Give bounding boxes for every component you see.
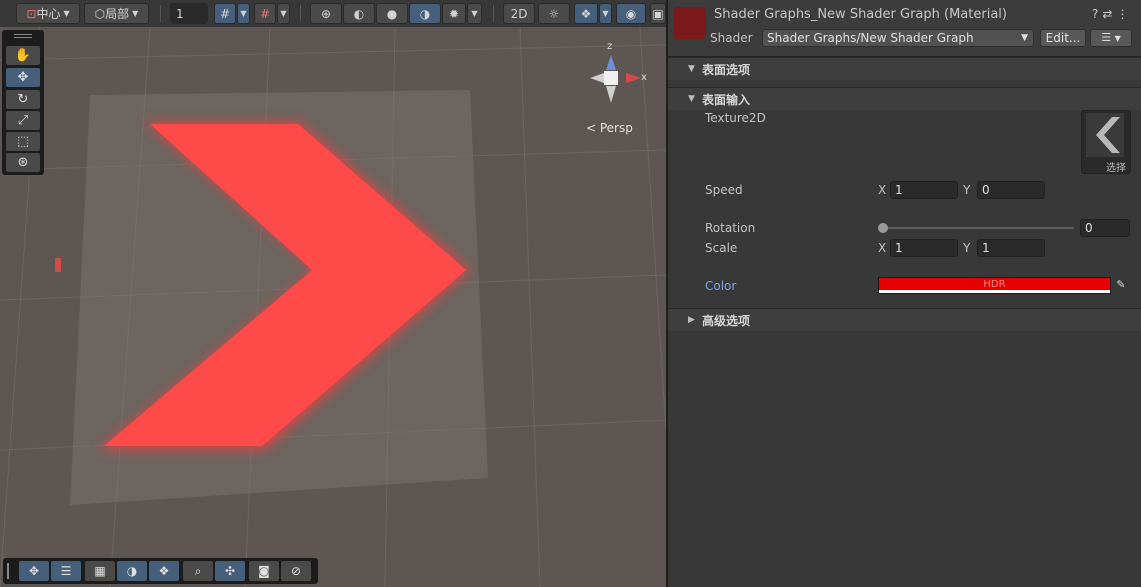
effects-toggle-icon[interactable]: ❖	[574, 3, 598, 24]
toolbar-divider	[160, 5, 161, 22]
speed-x-axis: X	[878, 183, 887, 197]
lighting-toggle-icon[interactable]: ☼	[538, 3, 570, 24]
gizmo-z-label: z	[607, 41, 613, 52]
texture-select-button[interactable]: 选择	[1106, 159, 1126, 174]
speed-y-axis: Y	[963, 183, 971, 197]
chevron-down-icon: ▼	[280, 9, 287, 18]
collapse-arrow-icon: ▼	[688, 94, 695, 104]
move-tool-icon[interactable]: ✥	[6, 68, 40, 87]
effects-dropdown[interactable]: ▼	[599, 3, 612, 24]
lit-draw-icon[interactable]: ◑	[409, 3, 441, 24]
scale-y-axis: Y	[963, 241, 971, 255]
navigation-icon[interactable]: ✣	[215, 561, 245, 581]
expand-arrow-icon: ▶	[688, 315, 695, 325]
scale-label: Scale	[705, 241, 738, 255]
material-icon	[674, 7, 706, 39]
shader-dropdown[interactable]: Shader Graphs/New Shader Graph ▼	[762, 29, 1034, 47]
compass-icon[interactable]: ⊘	[281, 561, 311, 581]
scene-visibility-icon[interactable]: ◉	[616, 3, 646, 24]
drag-handle-line	[14, 37, 32, 38]
color-label: Color	[705, 279, 737, 293]
move-overlay-icon[interactable]: ✥	[19, 561, 49, 581]
edit-shader-button[interactable]: Edit...	[1040, 29, 1086, 47]
toolbar-divider	[300, 5, 301, 22]
hdr-color-field[interactable]: HDR	[878, 277, 1111, 294]
chevron-down-icon: ▼	[240, 9, 247, 18]
hdr-badge: HDR	[983, 279, 1006, 290]
shader-menu-button[interactable]: ☰ ▼	[1090, 29, 1132, 47]
scale-tool-icon[interactable]: ⤢	[6, 111, 40, 130]
inspector-panel: Shader Graphs_New Shader Graph (Material…	[668, 0, 1141, 587]
rotation-label: Rotation	[705, 221, 756, 235]
sliders-icon[interactable]: ☰	[51, 561, 81, 581]
rotation-slider[interactable]	[882, 227, 1074, 229]
rotate-tool-icon[interactable]: ↻	[6, 90, 40, 109]
shaded-draw-icon[interactable]: ●	[376, 3, 408, 24]
scale-y-field[interactable]: 1	[977, 239, 1045, 257]
section-surface-inputs[interactable]: ▼ 表面输入	[668, 87, 1141, 110]
scene-view[interactable]: < Persp z x ⊡ 中心 ▼ ⬡ 局部 ▼ 1 # ▼ # ▼ ⊕ ◐ ● ◑ …	[0, 0, 666, 587]
pivot-space-dropdown[interactable]: ⬡ 局部 ▼	[84, 3, 149, 24]
projection-label[interactable]: < Persp	[586, 121, 633, 135]
speed-y-field[interactable]: 0	[977, 181, 1045, 199]
list-icon: ☰	[1101, 31, 1112, 44]
rect-tool-icon[interactable]: ⬚	[6, 132, 40, 151]
speed-x-field[interactable]: 1	[890, 181, 958, 199]
snap-increment-field[interactable]: 1	[170, 3, 208, 24]
camera-icon[interactable]: ◙	[249, 561, 279, 581]
help-icon[interactable]: ?	[1092, 7, 1102, 21]
chevron-down-icon: ▼	[471, 9, 478, 18]
camera-settings-icon[interactable]: ▣	[650, 3, 666, 24]
cube-icon: ⬡	[94, 6, 106, 21]
shaded-wireframe-icon[interactable]: ◐	[343, 3, 375, 24]
scale-x-field[interactable]: 1	[890, 239, 958, 257]
bottom-overlay-toolbar: ✥ ☰ ▦ ◑ ❖ ⌕ ✣ ◙ ⊘	[3, 558, 318, 584]
pivot-mode-dropdown[interactable]: ⊡ 中心 ▼	[16, 3, 80, 24]
chevron-down-icon: ▼	[63, 9, 70, 18]
hand-tool-icon[interactable]: ✋	[6, 46, 40, 65]
drag-handle[interactable]	[14, 34, 32, 35]
header-icons: ?⇄⋮	[1092, 7, 1132, 21]
increment-snap-icon[interactable]: #	[254, 3, 276, 24]
debug-draw-icon[interactable]: ✹	[442, 3, 466, 24]
tools-overlay: ✋ ✥ ↻ ⤢ ⬚ ⊛	[2, 30, 44, 175]
shading-overlay-icon[interactable]: ◑	[117, 561, 147, 581]
search-icon[interactable]: ⌕	[183, 561, 213, 581]
grid-snap-dropdown[interactable]: ▼	[237, 3, 250, 24]
wireframe-draw-icon[interactable]: ⊕	[310, 3, 342, 24]
eyedropper-icon[interactable]: ✎	[1113, 278, 1129, 294]
layers-icon[interactable]: ❖	[149, 561, 179, 581]
scene-toolbar: ⊡ 中心 ▼ ⬡ 局部 ▼ 1 # ▼ # ▼ ⊕ ◐ ● ◑ ✹ ▼ 2D ☼ ❖ ▼…	[0, 0, 666, 27]
toolbar-divider	[493, 5, 494, 22]
chevron-down-icon: ▼	[1021, 33, 1028, 43]
section-advanced-options[interactable]: ▶ 高级选项	[668, 308, 1141, 331]
chevron-down-icon: ▼	[602, 9, 609, 18]
transform-tool-icon[interactable]: ⊛	[6, 153, 40, 172]
grid-overlay-icon[interactable]: ▦	[85, 561, 115, 581]
rotation-slider-knob[interactable]	[878, 223, 888, 233]
texture-label: Texture2D	[705, 111, 766, 125]
pivot-icon: ⊡	[26, 6, 37, 21]
section-surface-options[interactable]: ▼ 表面选项	[668, 57, 1141, 80]
increment-snap-dropdown[interactable]: ▼	[277, 3, 290, 24]
more-icon[interactable]: ⋮	[1116, 7, 1132, 21]
material-header: Shader Graphs_New Shader Graph (Material…	[668, 0, 1141, 57]
2d-toggle-icon[interactable]: 2D	[503, 3, 535, 24]
scale-x-axis: X	[878, 241, 887, 255]
shader-label: Shader	[710, 31, 753, 45]
settings-icon[interactable]: ⇄	[1102, 7, 1116, 21]
color-alpha-bar	[879, 290, 1110, 293]
material-title: Shader Graphs_New Shader Graph (Material…	[714, 7, 1007, 22]
rotation-field[interactable]: 0	[1080, 219, 1130, 237]
scene-canvas[interactable]	[0, 0, 666, 587]
draw-mode-dropdown[interactable]: ▼	[467, 3, 482, 24]
drag-handle[interactable]	[7, 563, 9, 579]
chevron-down-icon: ▼	[1114, 34, 1121, 43]
chevron-down-icon: ▼	[132, 9, 139, 18]
orientation-gizmo	[590, 55, 641, 103]
grid-snap-icon[interactable]: #	[214, 3, 236, 24]
speed-label: Speed	[705, 183, 743, 197]
collapse-arrow-icon: ▼	[688, 64, 695, 74]
gizmo-x-label: x	[641, 72, 647, 83]
